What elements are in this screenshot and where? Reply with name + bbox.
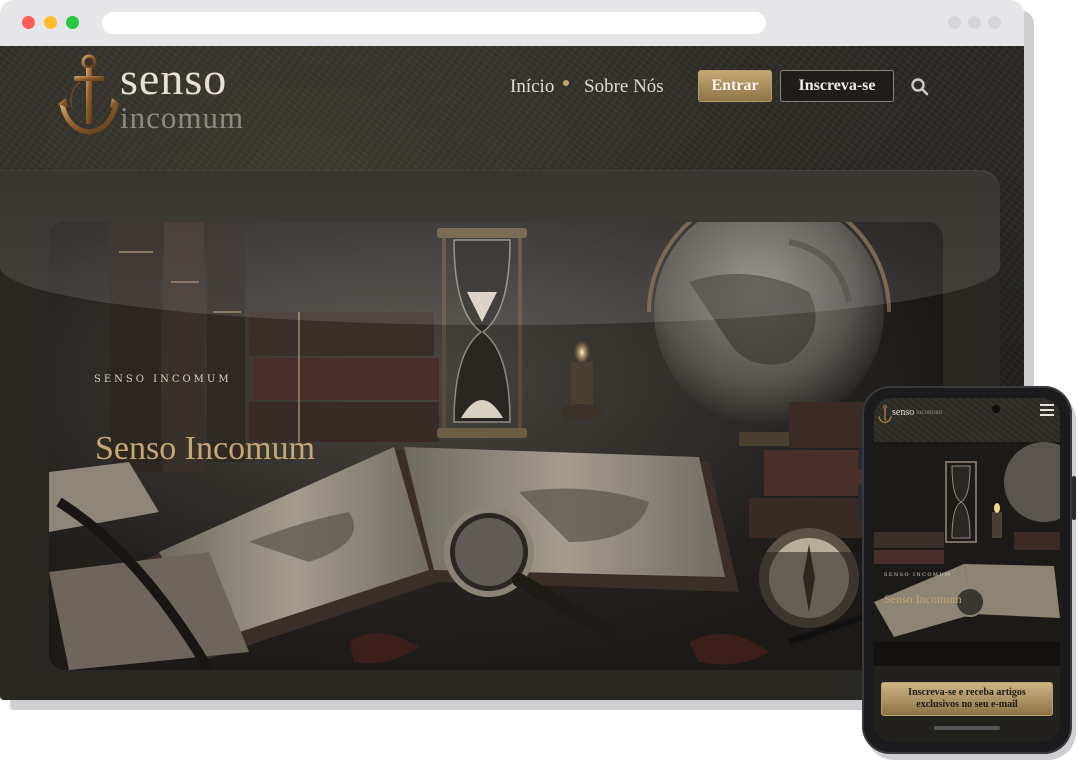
login-button[interactable]: Entrar	[698, 70, 772, 102]
mobile-hero-image: SENSO INCOMUM Senso Incomum	[874, 442, 1060, 666]
anchor-logo-icon	[878, 404, 892, 424]
phone-screen: senso incomum SENSO INCOMUM Senso Incomu…	[874, 398, 1060, 742]
address-bar[interactable]	[102, 12, 766, 34]
active-indicator-dot	[563, 80, 569, 86]
search-icon[interactable]	[910, 77, 930, 97]
mobile-logo-wordmark-top: senso	[892, 407, 915, 418]
maximize-window-dot[interactable]	[66, 16, 79, 29]
mobile-hero-title: Senso Incomum	[884, 592, 962, 606]
mobile-hero-eyebrow: SENSO INCOMUM	[884, 572, 952, 578]
phone-side-button	[858, 484, 862, 520]
window-control-1	[948, 16, 961, 29]
cta-line-2: exclusivos no seu e-mail	[916, 699, 1018, 710]
mobile-logo-wordmark-bottom: incomum	[916, 408, 943, 416]
anchor-logo-icon	[58, 54, 120, 135]
window-control-2	[968, 16, 981, 29]
minimize-window-dot[interactable]	[44, 16, 57, 29]
nav-link-inicio[interactable]: Início	[510, 76, 554, 98]
logo-wordmark-top: senso	[120, 53, 228, 104]
home-indicator-bar[interactable]	[934, 726, 1000, 730]
site-logo[interactable]: senso incomum	[58, 50, 278, 140]
hero-eyebrow-text: SENSO INCOMUM	[94, 374, 232, 385]
camera-notch	[992, 405, 1000, 413]
mobile-phone-mockup: senso incomum SENSO INCOMUM Senso Incomu…	[858, 386, 1076, 754]
mobile-still-life-illustration	[874, 442, 1060, 666]
mobile-subscribe-cta-button[interactable]: Inscreva-se e receba artigos exclusivos …	[881, 682, 1053, 716]
window-control-3	[988, 16, 1001, 29]
cta-line-1: Inscreva-se e receba artigos	[908, 687, 1026, 698]
nav-link-sobre-nos[interactable]: Sobre Nós	[584, 76, 664, 98]
hamburger-menu-icon[interactable]	[1040, 404, 1054, 416]
mobile-header: senso incomum	[874, 398, 1060, 442]
browser-chrome-bar	[0, 0, 1024, 46]
signup-button[interactable]: Inscreva-se	[780, 70, 894, 102]
hero-title: Senso Incomum	[95, 430, 316, 467]
phone-side-button	[858, 448, 862, 470]
logo-wordmark-bottom: incomum	[120, 100, 245, 135]
phone-side-button	[1072, 476, 1076, 520]
close-window-dot[interactable]	[22, 16, 35, 29]
